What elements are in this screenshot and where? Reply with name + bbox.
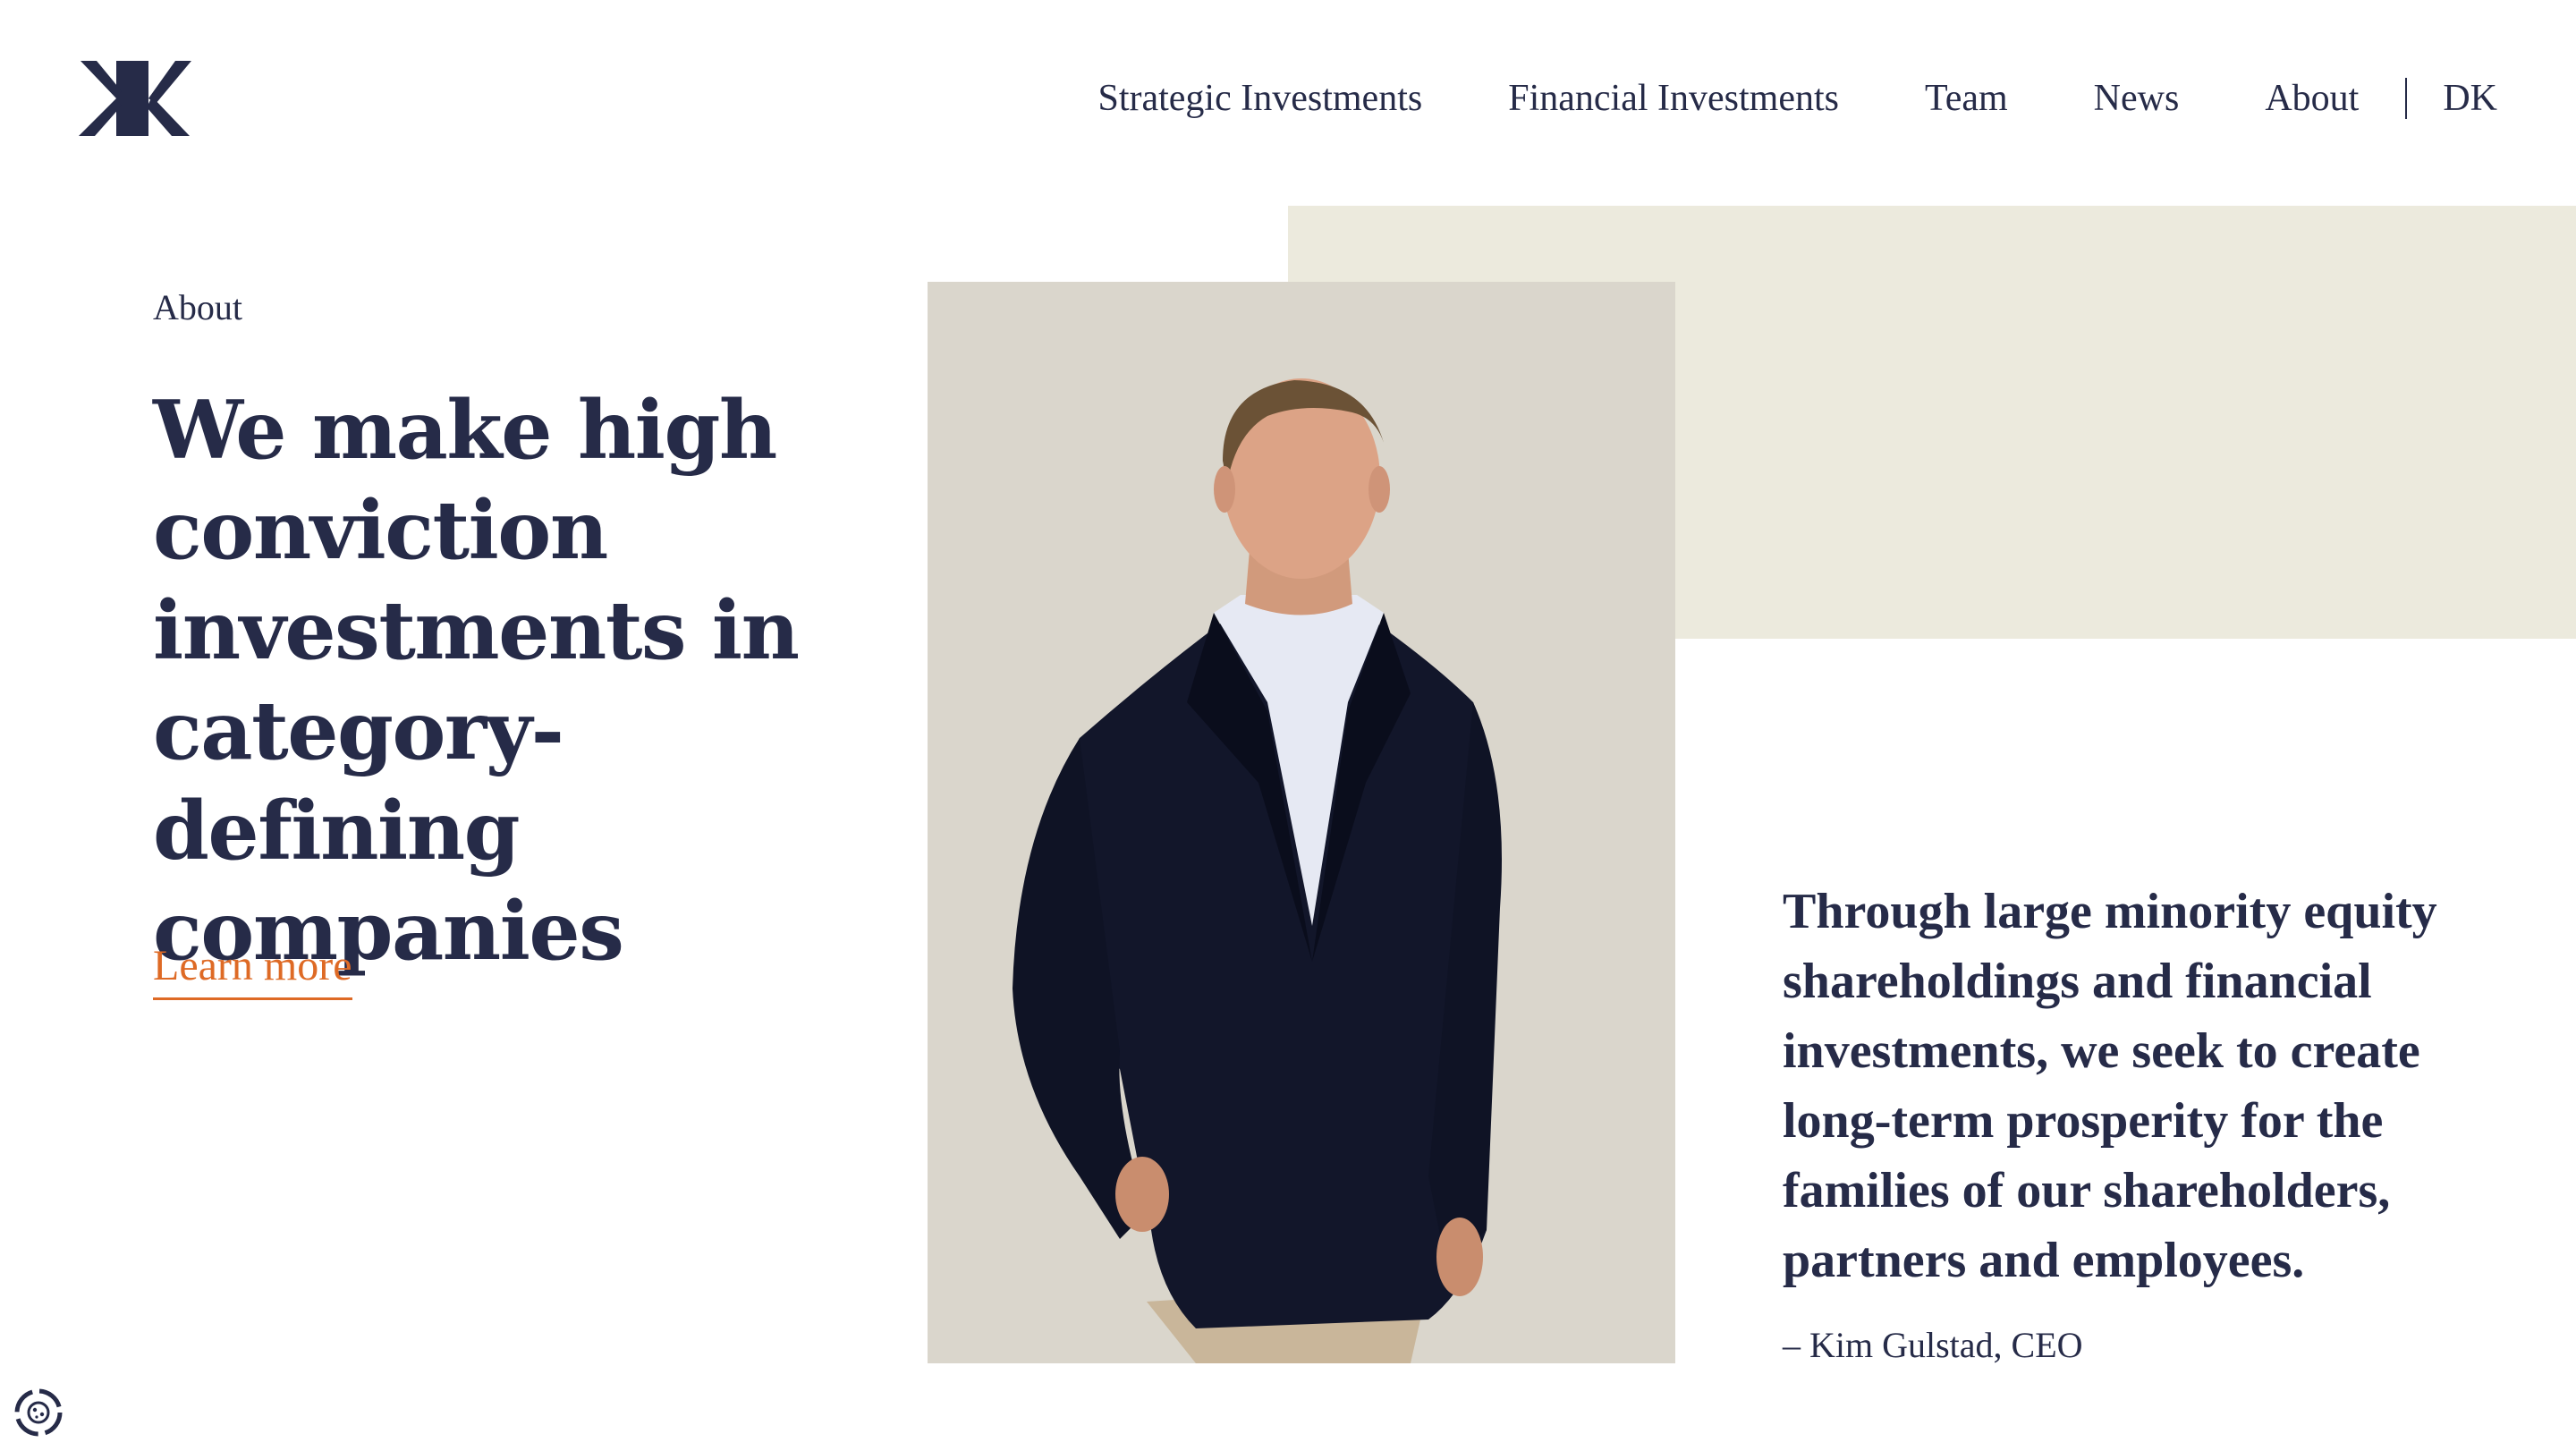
language-switch-dk[interactable]: DK: [2443, 77, 2497, 120]
logo[interactable]: [77, 59, 191, 138]
ceo-quote: Through large minority equity shareholdi…: [1783, 884, 2437, 1288]
nav-team[interactable]: Team: [1925, 77, 2008, 120]
cookie-consent-icon[interactable]: [11, 1385, 66, 1440]
cookie-icon: [14, 1388, 63, 1437]
nav-about[interactable]: About: [2265, 77, 2359, 120]
person-portrait-icon: [928, 282, 1675, 1363]
nav-strategic-investments[interactable]: Strategic Investments: [1097, 77, 1422, 120]
quote-attribution: – Kim Gulstad, CEO: [1783, 1325, 2083, 1365]
hero-headline: We make high conviction investments in c…: [153, 383, 800, 979]
nav-financial-investments[interactable]: Financial Investments: [1508, 77, 1839, 120]
kk-monogram-logo-icon: [79, 61, 191, 136]
section-eyebrow: About: [153, 287, 242, 327]
nav-news[interactable]: News: [2094, 77, 2180, 120]
nav-divider: [2405, 78, 2408, 119]
ceo-portrait-image: [928, 282, 1675, 1363]
page: Strategic Investments Financial Investme…: [0, 0, 2576, 1451]
learn-more-link[interactable]: Learn more: [153, 941, 352, 1000]
main-nav: Strategic Investments Financial Investme…: [1097, 72, 2497, 125]
